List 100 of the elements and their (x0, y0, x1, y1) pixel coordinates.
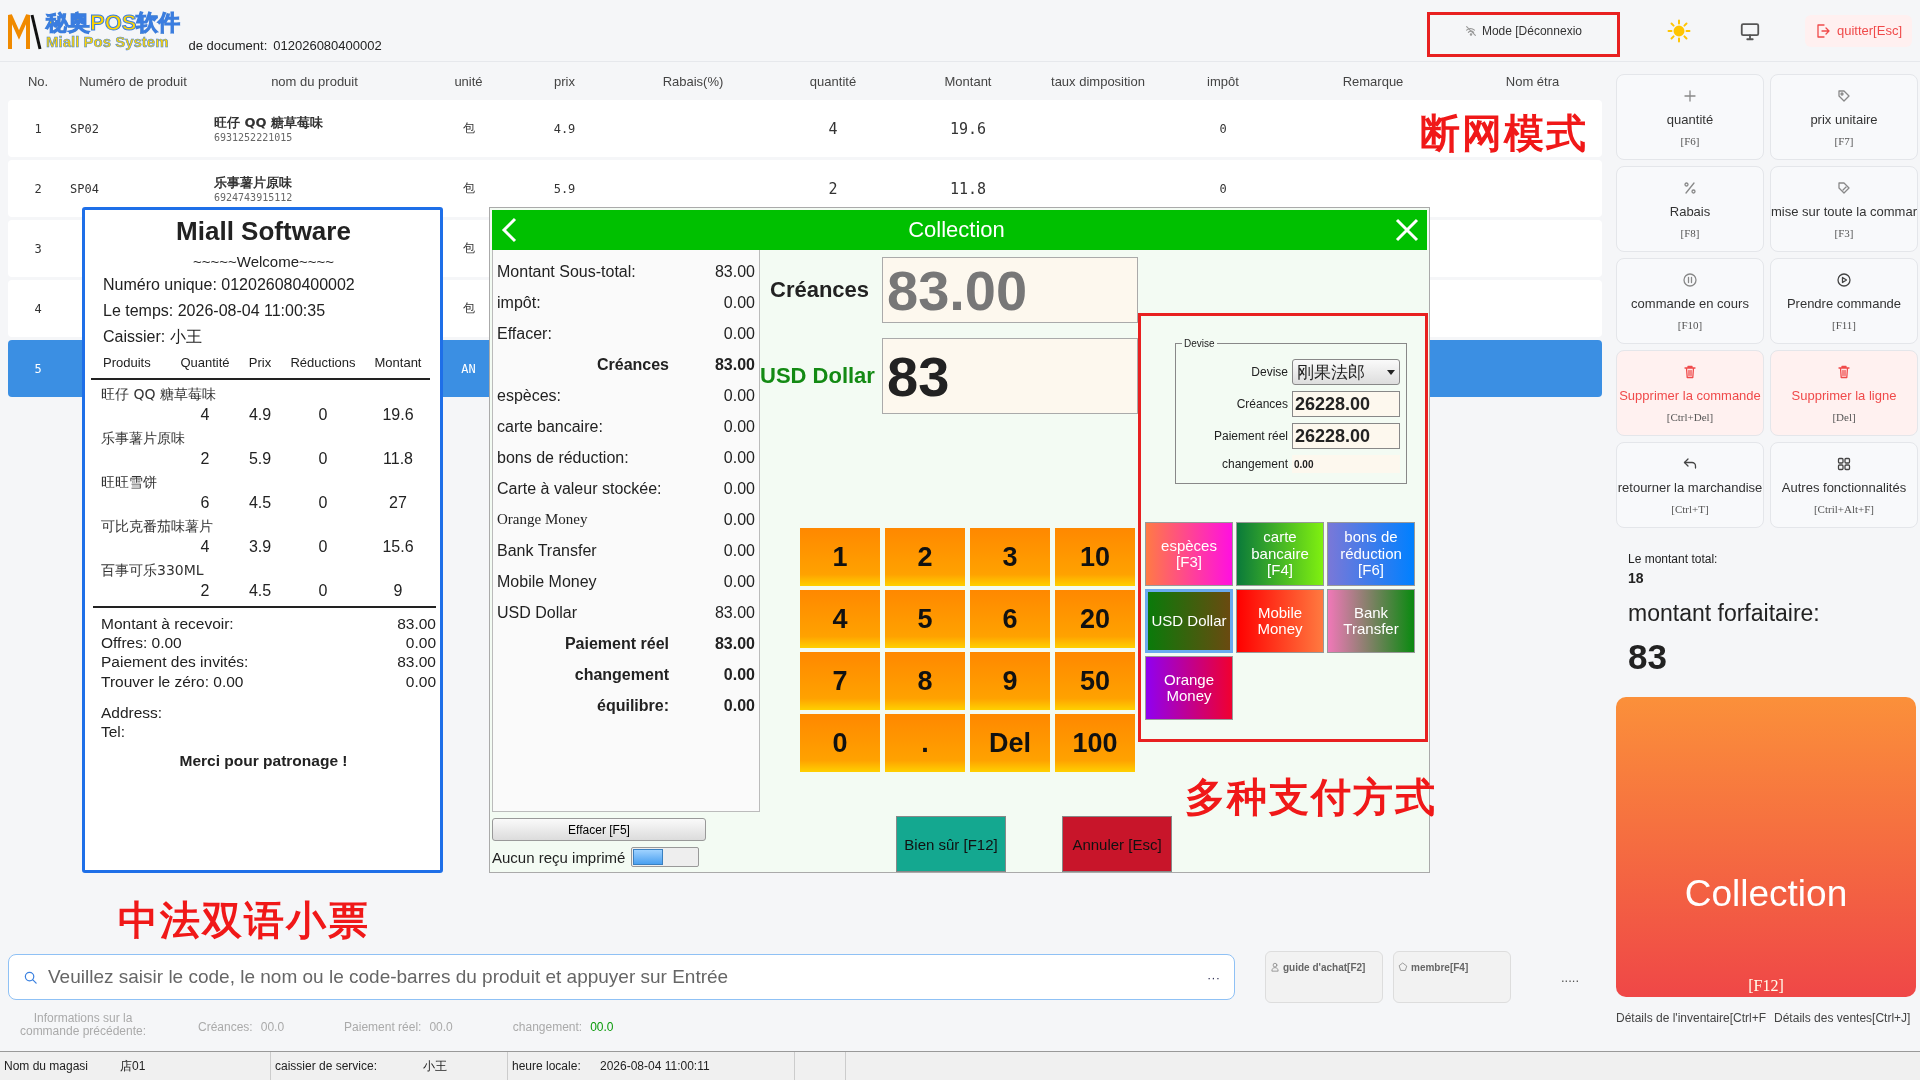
item-value: 3.9 (247, 537, 273, 556)
details-link[interactable]: Détails des ventes[Ctrl+J] (1774, 1011, 1911, 1025)
pentagon-icon (1398, 962, 1408, 972)
keypad-key[interactable]: 100 (1055, 714, 1135, 772)
table-cell-text: 2 (827, 179, 839, 198)
summary-label: carte bancaire: (497, 417, 603, 436)
action-button[interactable]: prix unitaire [F7] (1770, 74, 1918, 160)
details-link[interactable]: Détails de l'inventaire[Ctrl+F (1616, 1011, 1767, 1025)
info-value: 00.0 (260, 1020, 285, 1034)
table-cell-text: 4 (33, 301, 43, 316)
info-label: Paiement réel: (344, 1020, 422, 1034)
item-value: 11.8 (382, 449, 414, 468)
annotation-text: 中法双语小票 (118, 896, 370, 945)
annotation-text: 多种支付方式 (1185, 773, 1437, 822)
keypad-key[interactable]: 5 (885, 590, 965, 648)
action-button[interactable]: Supprimer la commande [Ctrl+Del] (1616, 350, 1764, 436)
payment-method-button[interactable]: bons de réduction [F6] (1327, 522, 1415, 586)
back-icon[interactable] (500, 217, 518, 243)
member-button[interactable]: membre[F4] (1393, 951, 1511, 1003)
keypad-key[interactable]: 2 (885, 528, 965, 586)
table-cell-text: 包 (461, 240, 476, 257)
keypad-key[interactable]: 20 (1055, 590, 1135, 648)
item-name: 旺仔 QQ 糖草莓味 (100, 385, 217, 404)
column-header: impôt (1206, 73, 1240, 89)
keypad-key[interactable]: 1 (800, 528, 880, 586)
document-number: 012026080400002 (273, 38, 382, 53)
trash-icon (1682, 363, 1698, 380)
keypad-key[interactable]: 4 (800, 590, 880, 648)
action-button[interactable]: retourner la marchandise [Ctrl+T] (1616, 442, 1764, 528)
keypad-key[interactable]: 50 (1055, 652, 1135, 710)
barcode-text: 6924743915112 (214, 192, 294, 203)
status-label: Nom du magasi (3, 1059, 90, 1073)
item-value: 0 (317, 537, 329, 556)
action-button[interactable]: commande en cours [F10] (1616, 258, 1764, 344)
payment-method-button[interactable]: Orange Money (1145, 656, 1233, 720)
payment-method-button[interactable]: Bank Transfer (1327, 589, 1415, 653)
table-cell-text: AN (460, 361, 477, 376)
summary-label: changement (574, 665, 669, 684)
more-text[interactable]: ..... (1561, 969, 1580, 985)
column-header: prix (553, 73, 576, 89)
summary-value: 83.00 (713, 634, 755, 653)
keypad-key[interactable]: 7 (800, 652, 880, 710)
keypad-key[interactable]: . (885, 714, 965, 772)
shopping-guide-button[interactable]: guide d'achat[F2] (1265, 951, 1383, 1003)
keypad-key[interactable]: Del (970, 714, 1050, 772)
logo-subtitle: Miall Pos System (46, 34, 169, 49)
more-options-text[interactable]: ··· (1207, 969, 1220, 985)
action-button[interactable]: Rabais [F8] (1616, 166, 1764, 252)
table-cell-text: SP02 (69, 121, 100, 136)
welcome-text: ~~~~~Welcome~~~~ (191, 253, 336, 270)
total-value: 83.00 (397, 652, 436, 672)
payment-method-button[interactable]: USD Dollar (1145, 589, 1233, 653)
barcode-text: 6931252221015 (214, 132, 294, 143)
person-icon (1270, 962, 1280, 972)
clear-button[interactable]: Effacer [F5] (492, 818, 706, 841)
status-value: 店01 (119, 1057, 147, 1075)
search-icon (23, 969, 38, 985)
currency-dropdown[interactable]: 刚果法郎 (1292, 359, 1400, 385)
payment-method-button[interactable]: Mobile Money (1236, 589, 1324, 653)
receipt-info: Le temps: 2026-08-04 11:00:35 (102, 301, 327, 322)
item-name: 乐事薯片原味 (100, 429, 186, 448)
total-value: 83.00 (397, 613, 436, 633)
amount-label: montant forfaitaire: (1628, 600, 1821, 627)
total-label: Le montant total: (1628, 552, 1719, 566)
action-button[interactable]: Supprimer la ligne [Del] (1770, 350, 1918, 436)
close-icon[interactable] (1395, 218, 1419, 242)
item-value: 4.5 (247, 493, 273, 512)
search-field[interactable]: Veuillez saisir le code, le nom ou le code-barres du produit et appuyer sur Entrée (46, 965, 1199, 989)
keypad-key[interactable]: 8 (885, 652, 965, 710)
keypad-key[interactable]: 9 (970, 652, 1050, 710)
amount-paid-field[interactable]: 83 (882, 338, 1138, 414)
table-cell-text: 3 (33, 241, 43, 256)
play-icon (1836, 271, 1852, 288)
amount-field: 26228.00 (1292, 391, 1400, 417)
keypad-key[interactable]: 3 (970, 528, 1050, 586)
action-button[interactable]: Prendre commande [F11] (1770, 258, 1918, 344)
column-header: Quantité (179, 354, 231, 370)
tag-icon (1836, 87, 1852, 104)
keypad-key[interactable]: 0 (800, 714, 880, 772)
amount-value: 83 (1628, 637, 1668, 677)
table-cell-text: 4.9 (552, 121, 577, 136)
action-button[interactable]: Autres fonctionnalités [Ctril+Alt+F] (1770, 442, 1918, 528)
table-cell-text: 0 (1218, 181, 1228, 196)
summary-value: 0.00 (722, 572, 755, 591)
keypad-key[interactable]: 6 (970, 590, 1050, 648)
info-value: 00.0 (429, 1020, 453, 1034)
action-button[interactable]: mise sur toute la commar [F3] (1770, 166, 1918, 252)
receipt-toggle[interactable] (631, 847, 700, 867)
item-value: 0 (317, 449, 329, 468)
field-label: Devise (1251, 365, 1288, 379)
offline-mode-button[interactable]: Mode [Déconnexio (1457, 17, 1588, 44)
collection-button[interactable]: Collection [F12] (1616, 697, 1916, 997)
search-box[interactable]: Veuillez saisir le code, le nom ou le code-barres du produit et appuyer sur Entrée ··· (8, 954, 1235, 1000)
confirm-button[interactable]: Bien sûr [F12] (896, 816, 1006, 872)
keypad-key[interactable]: 10 (1055, 528, 1135, 586)
action-button[interactable]: quantité [F6] (1616, 74, 1764, 160)
logo-text: 秘奥POS软件 (46, 12, 181, 34)
summary-label: équilibre: (597, 696, 669, 715)
amount-field[interactable]: 26228.00 (1292, 423, 1400, 449)
total-label: Offres: 0.00 (101, 632, 182, 653)
